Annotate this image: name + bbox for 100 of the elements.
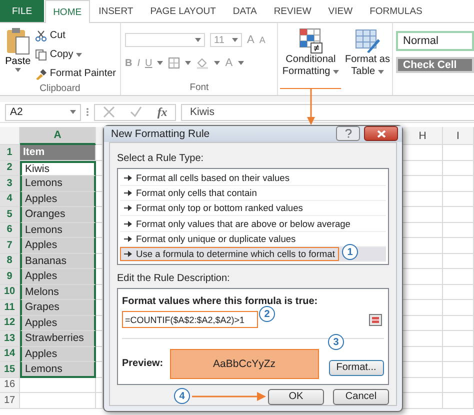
row-number: 7 xyxy=(0,238,20,254)
arrow-icon xyxy=(124,250,132,257)
close-icon xyxy=(376,130,386,138)
cancel-button[interactable]: Cancel xyxy=(333,389,389,405)
table-cell xyxy=(443,222,474,238)
row-number: 4 xyxy=(0,192,20,207)
ribbon-tab[interactable]: DATA xyxy=(224,0,265,22)
select-all-button[interactable] xyxy=(0,127,20,145)
arrow-icon xyxy=(124,236,132,242)
caret-icon xyxy=(378,70,384,74)
column-header[interactable]: I xyxy=(443,127,474,145)
table-cell xyxy=(443,362,474,378)
format-button[interactable]: Format... xyxy=(328,360,384,376)
row-number: 12 xyxy=(0,316,20,331)
ribbon-tab[interactable]: HOME xyxy=(45,0,90,23)
insert-function-button[interactable]: fx xyxy=(157,104,168,120)
borders-icon[interactable] xyxy=(168,57,180,69)
table-cell xyxy=(443,316,474,331)
caret-icon xyxy=(76,52,82,56)
row-number: 2 xyxy=(0,160,20,176)
name-box[interactable]: A2 xyxy=(5,104,81,120)
table-cell: Lemons xyxy=(20,176,96,192)
table-cell xyxy=(443,269,474,284)
connector-arrow xyxy=(306,88,316,126)
format-as-table-button[interactable]: Format as Table xyxy=(342,25,392,95)
check-icon[interactable] xyxy=(130,106,142,118)
caret-icon xyxy=(14,68,21,72)
row-number: 9 xyxy=(0,269,20,284)
help-button[interactable] xyxy=(336,126,360,142)
arrow-icon xyxy=(124,190,132,196)
cell-style[interactable]: Normal xyxy=(396,31,474,51)
ribbon-tab[interactable]: PAGE LAYOUT xyxy=(142,0,224,22)
caret-icon xyxy=(185,61,192,65)
table-cell: Apples xyxy=(20,346,96,362)
formula-input[interactable]: =COUNTIF($A$2:$A2,$A2)>1 xyxy=(122,311,258,328)
caret-icon xyxy=(232,38,238,42)
table-cell: Grapes xyxy=(20,300,96,316)
section-label: Select a Rule Type: xyxy=(117,152,204,164)
ribbon-tab[interactable]: REVIEW xyxy=(266,0,320,22)
cut-button[interactable]: Cut xyxy=(34,27,116,44)
column-header[interactable]: A xyxy=(20,127,96,145)
table-cell xyxy=(443,176,474,192)
column-header[interactable]: H xyxy=(403,127,443,145)
conditional-formatting-button[interactable]: Conditional Formatting xyxy=(280,25,341,89)
row-number: 5 xyxy=(0,207,20,222)
table-cell xyxy=(443,254,474,269)
row-number: 8 xyxy=(0,254,20,269)
preview-label: Preview: xyxy=(122,358,160,370)
row-number: 16 xyxy=(0,378,20,393)
rule-type-item[interactable]: Format only values that are above or below average xyxy=(120,216,386,232)
grip-icon xyxy=(86,107,89,117)
cancel-icon[interactable] xyxy=(102,106,115,118)
caret-icon xyxy=(332,70,339,74)
group-label: Font xyxy=(190,82,209,92)
table-cell xyxy=(443,378,474,393)
table-brush-icon xyxy=(353,28,382,54)
row-number: 6 xyxy=(0,222,20,238)
table-cell: Apples xyxy=(20,238,96,254)
group-label: Clipboard xyxy=(40,83,80,94)
table-cell: Apples xyxy=(20,316,96,331)
copy-button[interactable]: Copy xyxy=(34,46,116,63)
table-cell: Strawberries xyxy=(20,331,96,346)
row-number: 1 xyxy=(0,145,20,160)
caret-icon xyxy=(70,110,76,114)
close-button[interactable] xyxy=(364,126,398,142)
dialog-title: New Formatting Rule xyxy=(111,128,211,140)
caret-icon xyxy=(238,61,244,65)
ribbon-tab[interactable]: FILE xyxy=(0,0,44,22)
table-cell xyxy=(443,300,474,316)
ribbon-tab[interactable]: VIEW xyxy=(320,0,361,22)
ribbon-tab[interactable]: FORMULAS xyxy=(362,0,430,22)
arrow-icon xyxy=(124,174,132,181)
format-painter-button[interactable]: Format Painter xyxy=(34,65,116,82)
question-icon xyxy=(344,129,352,138)
ok-button[interactable]: OK xyxy=(268,389,324,405)
table-cell xyxy=(443,192,474,207)
row-number: 15 xyxy=(0,362,20,378)
table-cell: Lemons xyxy=(20,362,96,378)
table-cell: Kiwis xyxy=(20,160,96,176)
table-cell xyxy=(443,207,474,222)
row-number: 14 xyxy=(0,346,20,362)
ribbon-tab[interactable]: INSERT xyxy=(90,0,142,22)
rule-type-item[interactable]: Format only top or bottom ranked values xyxy=(120,201,386,216)
font-name-field[interactable] xyxy=(125,33,205,47)
fill-color-icon[interactable] xyxy=(196,57,210,69)
clipboard-icon xyxy=(6,27,30,55)
range-picker-icon[interactable] xyxy=(369,314,382,326)
section-label: Edit the Rule Description: xyxy=(117,273,230,284)
table-cell xyxy=(443,145,474,160)
paste-button[interactable]: Paste xyxy=(4,27,32,82)
arrow-icon xyxy=(124,220,132,227)
table-cell: Apples xyxy=(20,269,96,284)
cell-style[interactable]: Check Cell xyxy=(396,57,474,73)
table-cell xyxy=(443,238,474,254)
formula-field[interactable]: Kiwis xyxy=(181,104,474,120)
rule-type-item[interactable]: Format only cells that contain xyxy=(120,186,386,202)
caret-icon xyxy=(195,38,201,42)
rule-type-item[interactable]: Format all cells based on their values xyxy=(120,170,386,186)
column-header[interactable] xyxy=(96,127,103,145)
caret-icon xyxy=(157,61,164,65)
